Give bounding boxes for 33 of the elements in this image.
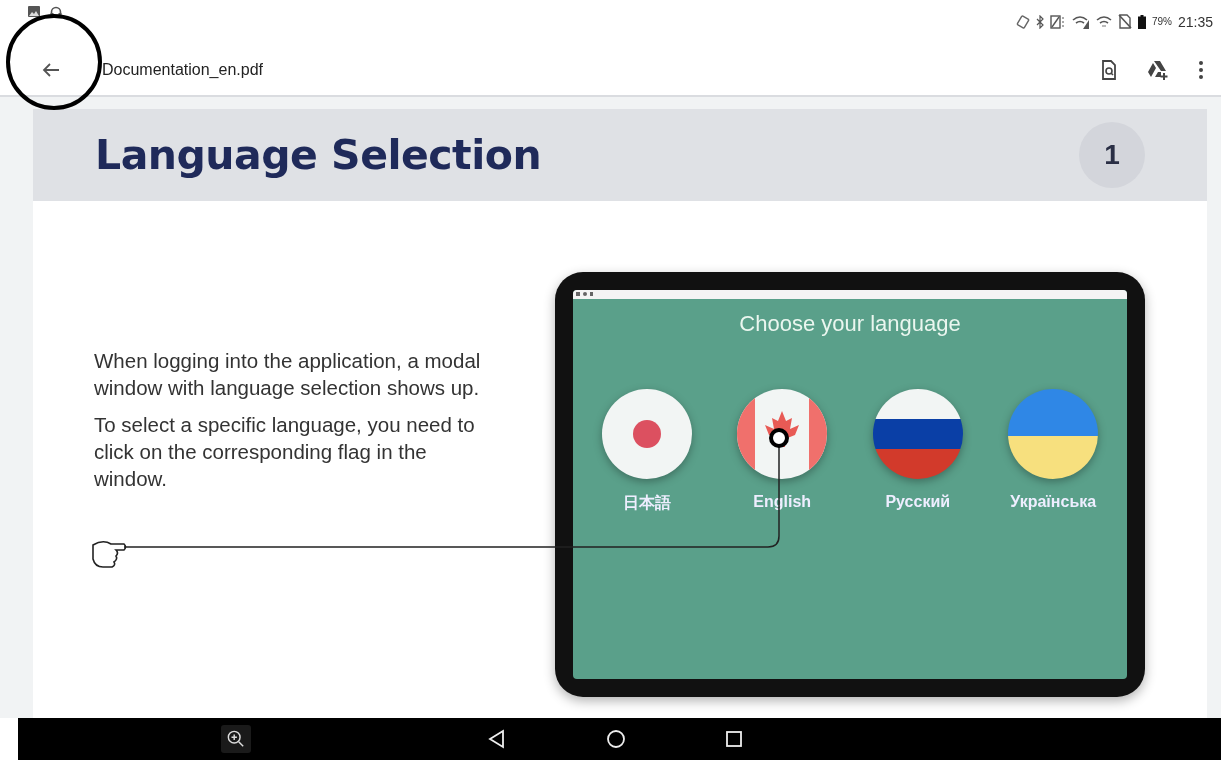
language-label[interactable]: Українська <box>1010 493 1097 511</box>
recents-nav-button[interactable] <box>725 729 743 749</box>
battery-icon <box>1137 14 1146 29</box>
pointing-hand-icon <box>92 540 127 568</box>
back-nav-button[interactable] <box>488 729 506 749</box>
clock: 21:35 <box>1177 13 1213 30</box>
more-options-icon[interactable] <box>1197 59 1205 81</box>
image-icon <box>28 6 40 17</box>
step-number: 1 <box>1079 122 1145 188</box>
vibrate-icon <box>1015 14 1030 29</box>
wifi-icon <box>1095 14 1112 29</box>
language-label[interactable]: 日本語 <box>622 493 671 514</box>
nfc-icon <box>1049 14 1066 29</box>
zoom-in-icon <box>227 729 245 749</box>
home-nav-button[interactable] <box>606 729 626 749</box>
status-icons-drawing <box>576 292 596 297</box>
document-title: Documentation_en.pdf <box>102 61 263 79</box>
add-to-drive-icon[interactable] <box>1145 58 1171 82</box>
signal-wifi-icon <box>1071 14 1090 29</box>
headphones-icon <box>50 6 62 17</box>
flag-icon[interactable] <box>872 389 963 479</box>
language-label[interactable]: Русский <box>885 493 951 511</box>
flag-icon[interactable] <box>737 389 828 479</box>
zoom-in-button[interactable] <box>221 725 251 753</box>
find-in-document-icon[interactable] <box>1099 58 1119 82</box>
no-sim-icon <box>1117 14 1132 29</box>
battery-percent: 79% <box>1151 16 1172 27</box>
tap-point-icon <box>769 428 789 448</box>
page-heading: Language Selection <box>95 131 542 179</box>
modal-title: Choose your language <box>738 311 962 337</box>
paragraph: When logging into the application, a modal window with language selection shows up. <box>94 348 482 401</box>
paragraph: To select a specific language, you need to click on the corresponding flag in the window. <box>94 412 476 492</box>
bluetooth-icon <box>1035 14 1044 29</box>
